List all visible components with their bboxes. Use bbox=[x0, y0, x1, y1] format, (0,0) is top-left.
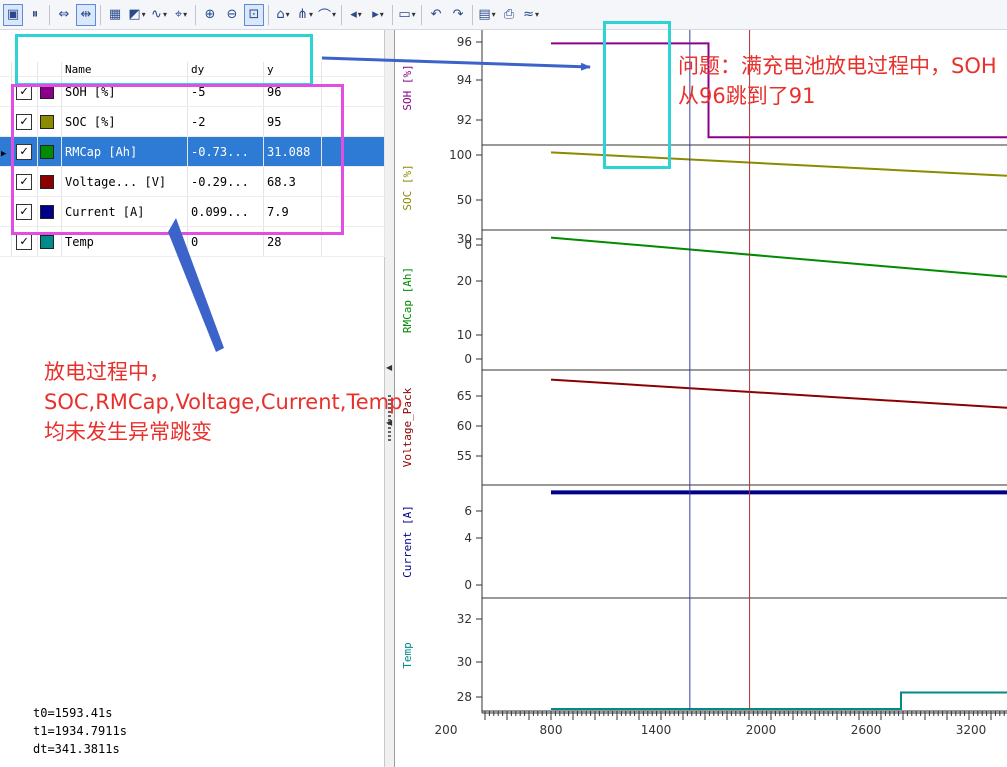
annotation-right: 问题：满充电池放电过程中，SOH从96跳到了91 bbox=[678, 54, 997, 108]
arrow-to-signals bbox=[168, 218, 224, 352]
arrow-to-soh-jump bbox=[321, 56, 591, 71]
annotation-left: 放电过程中，SOC,RMCap,Voltage,Current,Temp均未发生… bbox=[44, 360, 403, 444]
